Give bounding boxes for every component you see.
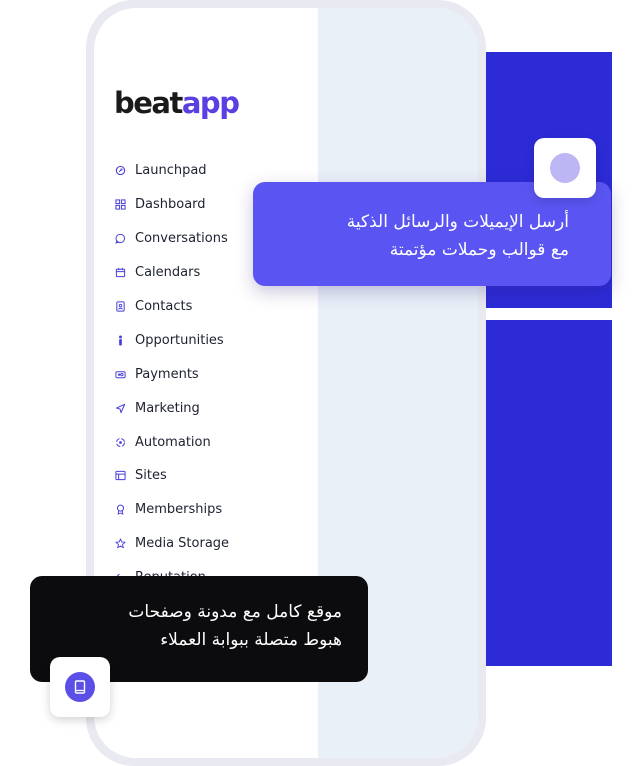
circle-icon <box>550 153 580 183</box>
automation-icon <box>114 436 126 448</box>
sidebar-item-label: Sites <box>135 468 167 484</box>
sidebar-item-sites[interactable]: Sites <box>114 459 314 493</box>
sidebar-item-label: Opportunities <box>135 332 224 348</box>
sidebar-item-label: Dashboard <box>135 197 206 213</box>
sidebar-item-opportunities[interactable]: Opportunities <box>114 323 314 357</box>
logo-text-beat: beat <box>114 86 183 120</box>
payment-icon <box>114 368 126 380</box>
sidebar-item-payments[interactable]: Payments <box>114 357 314 391</box>
contact-icon <box>114 301 126 313</box>
brand-logo: beatapp <box>114 86 240 120</box>
sidebar-item-label: Conversations <box>135 231 228 247</box>
sidebar-item-label: Automation <box>135 434 211 450</box>
book-icon <box>65 672 95 702</box>
sidebar-item-marketing[interactable]: Marketing <box>114 391 314 425</box>
chat-icon <box>114 233 126 245</box>
site-callout-line-1: موقع كامل مع مدونة وصفحات <box>128 602 342 622</box>
send-icon <box>114 402 126 414</box>
sidebar-item-label: Contacts <box>135 299 193 314</box>
grid-icon <box>114 199 126 211</box>
sidebar-item-contacts[interactable]: Contacts <box>114 290 314 324</box>
sidebar-item-label: Calendars <box>135 265 201 281</box>
calendar-icon <box>114 267 126 279</box>
sidebar-item-label: Marketing <box>135 400 200 416</box>
sidebar-item-label: Payments <box>135 366 199 382</box>
sidebar-item-memberships[interactable]: Memberships <box>114 493 314 527</box>
logo-text-app: app <box>181 86 240 120</box>
email-callout-line-2: مع قوالب وحملات مؤتمتة <box>389 240 569 260</box>
sidebar-item-label: Media Storage <box>135 536 230 552</box>
sidebar-item-label: Memberships <box>135 502 223 518</box>
feature-badge-top <box>534 138 596 198</box>
sidebar-item-label: Launchpad <box>135 163 207 179</box>
feature-badge-bottom <box>50 657 110 717</box>
sidebar-item-media-storage[interactable]: Media Storage <box>114 527 314 561</box>
email-callout-line-1: أرسل الإيميلات والرسائل الذكية <box>346 212 569 232</box>
person-icon <box>114 334 126 346</box>
badge-icon <box>114 504 126 516</box>
star-icon <box>114 538 126 550</box>
sites-icon <box>114 470 126 482</box>
site-callout-line-2: هبوط متصلة ببوابة العملاء <box>160 630 342 650</box>
rocket-icon <box>114 165 126 177</box>
sidebar-item-automation[interactable]: Automation <box>114 425 314 459</box>
